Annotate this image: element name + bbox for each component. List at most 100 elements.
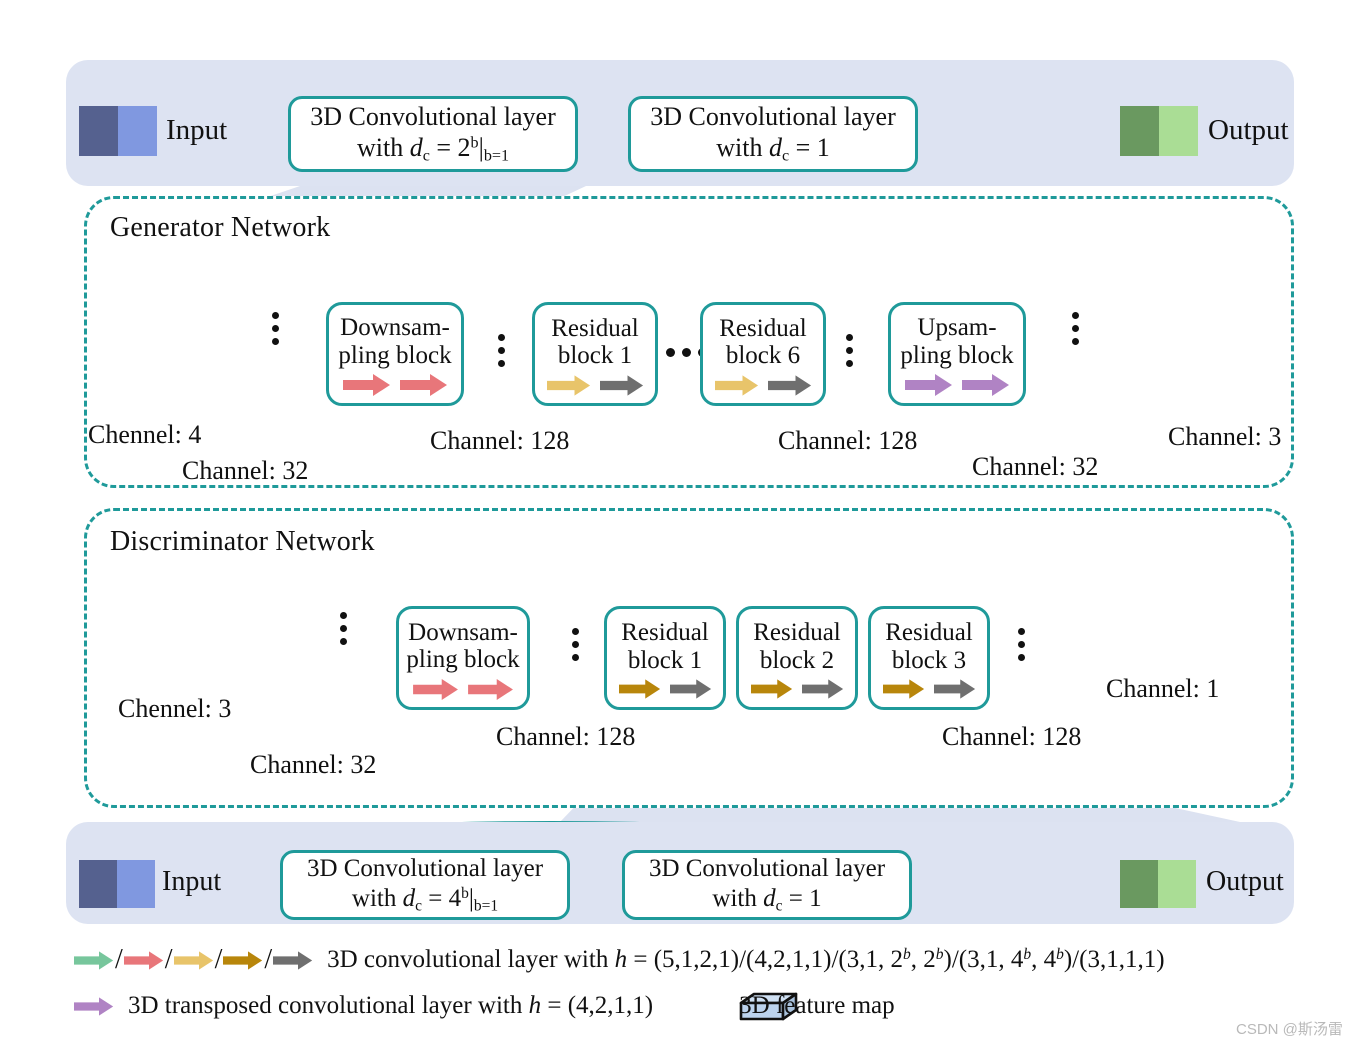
conv2-value-bottom: 1 — [809, 884, 822, 912]
output-label-top: Output — [1208, 114, 1289, 146]
conv1-line1-bottom: 3D Convolutional layer — [306, 855, 544, 883]
input-swatch-dark-bottom — [79, 860, 117, 908]
conv-layer-box-top-1[interactable]: 3D Convolutional layer with dc = 2b|b=1 — [288, 96, 578, 172]
legend-separator: / — [739, 946, 747, 974]
conv2-value-top: 1 — [816, 133, 830, 163]
conv-arrow-icon — [412, 678, 458, 700]
generator-stage2-channel-caption: Channel: 128 — [430, 426, 570, 455]
generator-input-channel-caption: Chennel: 4 — [88, 420, 202, 449]
legend-conv-var: h — [614, 946, 628, 974]
conv-arrow-icon — [933, 679, 975, 699]
legend-arrow-lightgold-icon — [173, 950, 213, 970]
discriminator-residual-block-1[interactable]: Residual block 1 — [604, 606, 726, 710]
input-label-top: Input — [166, 114, 228, 146]
conv1-line2-top: with dc = 2b|b=1 — [357, 133, 509, 166]
discriminator-stage3-channel-caption: Channel: 128 — [942, 722, 1082, 751]
conv-arrow-icon — [801, 679, 843, 699]
gen-up-line2: pling block — [900, 341, 1014, 369]
disc-res2-arrows — [750, 679, 844, 699]
gen-res1-line2: block 1 — [557, 342, 633, 369]
disc-res2-line1: Residual — [753, 619, 841, 646]
input-swatch-bottom — [79, 860, 155, 908]
disc-down-line1: Downsam- — [408, 618, 518, 646]
gen-down-arrows — [342, 374, 448, 396]
discriminator-title: Discriminator Network — [110, 526, 375, 557]
legend-conv-prefix: 3D convolutional layer with — [327, 946, 615, 974]
legend-row-conv: / / / / 3D convolutional layer with h = … — [74, 944, 1165, 976]
conv-arrow-icon — [882, 679, 924, 699]
input-swatch-light-bottom — [117, 860, 155, 908]
conv2-var-bottom: d — [763, 884, 776, 912]
conv2-eq-top: = — [789, 133, 817, 163]
generator-upsampling-block[interactable]: Upsam- pling block — [888, 302, 1026, 406]
legend-transposed-var: h — [528, 992, 542, 1019]
conv-arrow-icon — [546, 374, 590, 396]
conv1-sup-top: b — [470, 134, 479, 152]
gen-res6-line2: block 6 — [725, 342, 801, 369]
conv1-sub-top: c — [422, 147, 430, 165]
conv1-with-top: with — [356, 133, 410, 163]
legend-arrow-darkgold-icon — [223, 950, 263, 970]
disc-res3-line2: block 3 — [891, 646, 967, 674]
generator-stage2-ellipsis — [498, 334, 505, 367]
generator-downsampling-block[interactable]: Downsam- pling block — [326, 302, 464, 406]
output-swatch-dark-top — [1120, 106, 1159, 156]
disc-res1-arrows — [618, 679, 712, 699]
generator-stage4-channel-caption: Channel: 32 — [972, 452, 1099, 481]
output-swatch-light-top — [1159, 106, 1198, 156]
gen-res1-arrows — [546, 374, 644, 396]
disc-res1-line1: Residual — [621, 619, 709, 646]
conv1-var-bottom: d — [402, 884, 416, 912]
legend-transposed-spec: (4,2,1,1) — [567, 992, 654, 1019]
legend-spec-3a: (3,1, 2 — [838, 946, 903, 974]
legend-separator: / — [164, 944, 173, 975]
conv2-line2-bottom: with dc = 1 — [712, 884, 821, 916]
generator-output-channel-caption: Channel: 3 — [1168, 422, 1282, 451]
generator-residual-block-1[interactable]: Residual block 1 — [532, 302, 658, 406]
conv-layer-box-bottom-2[interactable]: 3D Convolutional layer with dc = 1 — [622, 850, 912, 920]
discriminator-input-channel-caption: Chennel: 3 — [118, 694, 232, 723]
conv-arrow-icon — [399, 374, 447, 396]
conv-arrow-icon — [669, 679, 711, 699]
conv1-cond-bottom: b=1 — [473, 897, 499, 915]
discriminator-downsampling-block[interactable]: Downsam- pling block — [396, 606, 530, 710]
conv2-with-top: with — [716, 133, 769, 163]
disc-down-arrows — [412, 678, 514, 700]
generator-stage1-ellipsis — [272, 312, 279, 345]
discriminator-residual-block-3[interactable]: Residual block 3 — [868, 606, 990, 710]
conv2-eq-bottom: = — [782, 884, 810, 912]
figure-root: Input 3D Convolutional layer with dc = 2… — [0, 0, 1349, 1044]
legend-separator: / — [214, 944, 223, 975]
conv-layer-box-top-2[interactable]: 3D Convolutional layer with dc = 1 — [628, 96, 918, 172]
conv1-sup-bottom: b — [461, 884, 469, 902]
legend-transposed-text: 3D transposed convolutional layer with h… — [128, 992, 653, 1020]
conv1-sub-bottom: c — [415, 897, 422, 915]
legend-separator: / — [115, 944, 123, 975]
legend-arrow-green-icon — [74, 950, 114, 970]
gen-res6-line1: Residual — [719, 314, 807, 342]
conv-arrow-icon — [342, 374, 390, 396]
conv1-base-bottom: 4 — [448, 884, 462, 912]
generator-residual-block-6[interactable]: Residual block 6 — [700, 302, 826, 406]
discriminator-residual-block-2[interactable]: Residual block 2 — [736, 606, 858, 710]
legend-arrow-red-icon — [123, 950, 163, 970]
legend-spec-2: (4,2,1,1) — [746, 946, 832, 974]
conv1-base-top: 2 — [457, 133, 471, 163]
legend-transposed-prefix: 3D transposed convolutional layer with — [128, 992, 529, 1019]
conv-layer-box-bottom-1[interactable]: 3D Convolutional layer with dc = 4b|b=1 — [280, 850, 570, 920]
discriminator-stage2-channel-caption: Channel: 128 — [496, 722, 636, 751]
legend-spec-5: (3,1,1,1) — [1079, 946, 1165, 974]
legend-row-transposed-conv: 3D transposed convolutional layer with h… — [74, 992, 895, 1020]
generator-stage1-channel-caption: Channel: 32 — [182, 456, 309, 485]
transposed-conv-arrow-icon — [961, 374, 1009, 396]
legend-spec-3sup: b — [902, 945, 911, 963]
conv-arrow-icon — [618, 679, 660, 699]
conv2-var-top: d — [768, 133, 782, 163]
conv-arrow-icon — [714, 374, 758, 396]
generator-title: Generator Network — [110, 212, 331, 243]
output-swatch-dark-bottom — [1120, 860, 1158, 908]
legend-spec-4a: (3,1, 4 — [958, 946, 1024, 974]
conv2-line1-bottom: 3D Convolutional layer — [648, 855, 886, 883]
gen-up-arrows — [904, 374, 1010, 396]
legend-arrow-gray-icon — [273, 950, 313, 970]
